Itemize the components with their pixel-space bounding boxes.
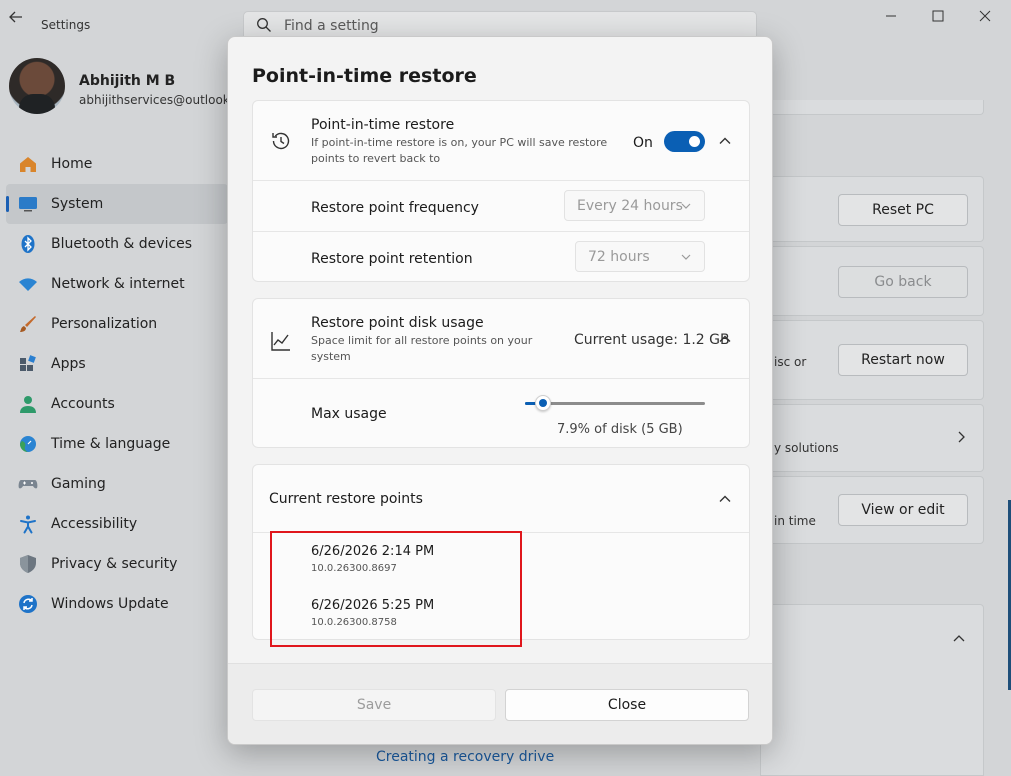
chevron-up-icon[interactable] (953, 633, 965, 645)
toggle-state-label: On (633, 135, 653, 151)
advanced-startup-text: isc or (774, 355, 807, 369)
gamepad-icon (18, 474, 38, 494)
home-icon (18, 154, 38, 174)
highlight-box (270, 531, 522, 647)
close-button[interactable]: Close (505, 689, 749, 721)
dialog-footer: Save Close (228, 663, 772, 744)
disk-usage-title: Restore point disk usage (311, 315, 484, 331)
frequency-label: Restore point frequency (311, 200, 479, 216)
chevron-up-icon[interactable] (717, 133, 733, 149)
update-icon (18, 594, 38, 614)
retention-value: 72 hours (588, 248, 650, 265)
sidebar-item-time-language[interactable]: Time & language (6, 424, 228, 464)
disk-usage-card: Restore point disk usage Space limit for… (252, 298, 750, 448)
sidebar-item-privacy[interactable]: Privacy & security (6, 544, 228, 584)
related-card (760, 604, 984, 776)
advanced-startup-card: isc or Restart now (760, 320, 984, 400)
troubleshoot-card[interactable]: y solutions (760, 404, 984, 472)
pitr-toggle[interactable] (664, 131, 705, 152)
pitr-subtitle: If point-in-time restore is on, your PC … (311, 136, 608, 165)
max-usage-value: 7.9% of disk (5 GB) (557, 422, 683, 437)
sidebar-item-accounts[interactable]: Accounts (6, 384, 228, 424)
restart-now-button[interactable]: Restart now (838, 344, 968, 376)
troubleshoot-text: y solutions (774, 441, 839, 455)
go-back-button[interactable]: Go back (838, 266, 968, 298)
globe-icon (18, 434, 38, 454)
sidebar-item-bluetooth[interactable]: Bluetooth & devices (6, 224, 228, 264)
brush-icon (18, 314, 38, 334)
sidebar-item-gaming[interactable]: Gaming (6, 464, 228, 504)
recovery-options-panel: Reset PC Go back isc or Restart now y so… (760, 0, 1011, 776)
point-in-time-restore-dialog: Point-in-time restore Point-in-time rest… (227, 36, 773, 745)
back-button[interactable] (6, 9, 26, 29)
accessibility-icon (18, 514, 38, 534)
chevron-down-icon (681, 203, 691, 209)
point-in-time-text: in time (774, 514, 816, 528)
arrow-left-icon (9, 11, 22, 23)
disk-usage-subtitle: Space limit for all restore points on yo… (311, 334, 533, 363)
max-usage-slider[interactable] (525, 395, 705, 411)
accounts-icon (18, 394, 38, 414)
sidebar-item-apps[interactable]: Apps (6, 344, 228, 384)
point-in-time-card: in time View or edit (760, 476, 984, 544)
avatar (9, 58, 65, 114)
search-placeholder: Find a setting (284, 18, 379, 34)
sidebar-item-network[interactable]: Network & internet (6, 264, 228, 304)
save-button[interactable]: Save (252, 689, 496, 721)
frequency-value: Every 24 hours (577, 197, 683, 214)
search-icon (257, 18, 271, 32)
sidebar-nav: Home System Bluetooth & devices Network … (6, 144, 228, 624)
view-or-edit-button[interactable]: View or edit (838, 494, 968, 526)
shield-icon (18, 554, 38, 574)
wifi-icon (18, 274, 38, 294)
app-title: Settings (41, 18, 91, 32)
dialog-title: Point-in-time restore (252, 65, 477, 87)
max-usage-label: Max usage (311, 406, 387, 422)
chevron-up-icon[interactable] (717, 491, 733, 507)
apps-icon (18, 354, 38, 374)
recovery-drive-link[interactable]: Creating a recovery drive (376, 749, 554, 765)
reset-pc-card: Reset PC (760, 176, 984, 242)
chevron-up-icon[interactable] (717, 331, 733, 347)
background-card (760, 100, 984, 115)
frequency-dropdown[interactable]: Every 24 hours (564, 190, 705, 221)
reset-pc-button[interactable]: Reset PC (838, 194, 968, 226)
chart-line-icon (271, 332, 290, 351)
bluetooth-icon (18, 234, 38, 254)
chevron-down-icon (681, 254, 691, 260)
sidebar-item-home[interactable]: Home (6, 144, 228, 184)
pitr-title: Point-in-time restore (311, 117, 455, 133)
profile-name: Abhijith M B (79, 73, 176, 89)
retention-dropdown[interactable]: 72 hours (575, 241, 705, 272)
history-icon (272, 132, 290, 150)
sidebar-item-system[interactable]: System (6, 184, 228, 224)
chevron-right-icon (958, 431, 965, 443)
retention-label: Restore point retention (311, 251, 473, 267)
slider-thumb[interactable] (535, 395, 551, 411)
sidebar-item-windows-update[interactable]: Windows Update (6, 584, 228, 624)
system-icon (18, 194, 38, 214)
restore-points-label: Current restore points (269, 491, 423, 507)
sidebar-item-accessibility[interactable]: Accessibility (6, 504, 228, 544)
go-back-card: Go back (760, 246, 984, 316)
restore-settings-card: Point-in-time restore If point-in-time r… (252, 100, 750, 282)
current-usage-text: Current usage: 1.2 GB (574, 332, 730, 348)
sidebar-item-personalization[interactable]: Personalization (6, 304, 228, 344)
